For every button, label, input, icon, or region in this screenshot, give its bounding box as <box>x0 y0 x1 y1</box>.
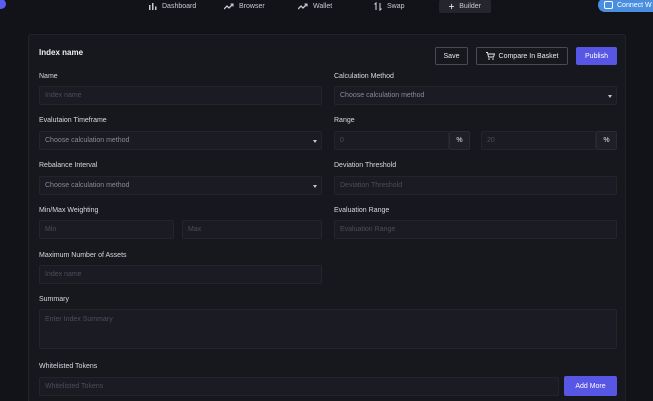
save-label: Save <box>443 52 460 60</box>
name-input[interactable]: Index name <box>39 86 322 105</box>
swap-icon <box>374 2 382 11</box>
plus-icon <box>449 3 455 10</box>
nav-item-label: Dashboard <box>162 3 197 10</box>
evaluation-timeframe-label: Evalutaion Timeframe <box>39 117 107 124</box>
deviation-threshold-placeholder: Deviation Threshold <box>340 182 403 189</box>
nav-item-dashboard[interactable]: Dashboard <box>149 0 196 13</box>
summary-placeholder: Enter Index Summary <box>45 316 113 323</box>
range-max-input[interactable]: 20 <box>481 131 596 150</box>
cart-icon <box>485 52 495 60</box>
nav-item-browser[interactable]: Browser <box>224 0 265 13</box>
save-button[interactable]: Save <box>435 47 468 65</box>
deviation-threshold-label: Deviation Threshold <box>334 162 397 169</box>
max-weight-input[interactable]: Max <box>182 220 322 239</box>
index-builder-form: Index name Save Compare In Basket Publis… <box>28 34 626 401</box>
evaluation-timeframe-select[interactable]: Choose calculation method <box>39 131 322 150</box>
nav-item-label: Builder <box>459 3 481 10</box>
wallet-icon <box>604 1 613 9</box>
range-max-unit: % <box>596 131 617 150</box>
calculation-method-select[interactable]: Choose calculation method <box>334 86 617 105</box>
connect-wallet-button[interactable]: Connect W <box>598 0 653 12</box>
nav-item-builder[interactable]: Builder <box>439 0 491 13</box>
whitelisted-tokens-label: Whitelisted Tokens <box>39 363 98 370</box>
whitelisted-tokens-input[interactable]: Whitelisted Tokens <box>39 377 559 396</box>
connect-wallet-label: Connect W <box>617 1 652 9</box>
chevron-down-icon <box>313 140 317 143</box>
rebalance-interval-select[interactable]: Choose calculation method <box>39 176 322 195</box>
range-min-placeholder: 0 <box>340 137 344 144</box>
form-title: Index name <box>39 48 84 57</box>
name-label: Name <box>39 73 58 80</box>
percent-sign: % <box>456 137 463 144</box>
nav-item-wallet[interactable]: Wallet <box>298 0 332 13</box>
deviation-threshold-input[interactable]: Deviation Threshold <box>334 176 617 195</box>
publish-label: Publish <box>585 52 608 60</box>
nav-item-label: Wallet <box>313 3 333 10</box>
add-more-label: Add More <box>575 382 606 390</box>
rebalance-interval-label: Rebalance Interval <box>39 162 98 169</box>
whitelisted-tokens-placeholder: Whitelisted Tokens <box>45 383 104 390</box>
max-assets-label: Maximum Number of Assets <box>39 252 127 259</box>
chevron-down-icon <box>608 95 612 98</box>
range-min-input[interactable]: 0 <box>334 131 449 150</box>
trend-icon <box>224 3 234 10</box>
evaluation-range-placeholder: Evaluation Range <box>340 226 396 233</box>
max-weight-placeholder: Max <box>188 226 202 233</box>
nav-item-swap[interactable]: Swap <box>374 0 405 13</box>
range-max-placeholder: 20 <box>487 137 495 144</box>
top-nav-bar: Dashboard Browser Wallet Swap Builder Co… <box>0 0 653 14</box>
add-more-button[interactable]: Add More <box>564 376 617 396</box>
evaluation-range-input[interactable]: Evaluation Range <box>334 220 617 239</box>
max-assets-input[interactable]: Index name <box>39 265 322 284</box>
minmax-weighting-label: Min/Max Weighting <box>39 207 99 214</box>
chevron-down-icon <box>313 185 317 188</box>
rebalance-interval-value: Choose calculation method <box>45 182 130 189</box>
range-min-unit: % <box>449 131 470 150</box>
compare-label: Compare In Basket <box>498 52 559 60</box>
nav-item-label: Browser <box>239 3 265 10</box>
range-label: Range <box>334 117 355 124</box>
max-assets-placeholder: Index name <box>45 271 82 278</box>
name-placeholder: Index name <box>45 92 82 99</box>
compare-in-basket-button[interactable]: Compare In Basket <box>476 47 568 65</box>
trend-icon <box>298 3 308 10</box>
calculation-method-value: Choose calculation method <box>340 92 425 99</box>
publish-button[interactable]: Publish <box>576 47 617 65</box>
summary-label: Summary <box>39 296 69 303</box>
summary-textarea[interactable]: Enter Index Summary <box>39 309 617 349</box>
bar-chart-icon <box>149 3 157 10</box>
percent-sign: % <box>603 137 610 144</box>
evaluation-range-label: Evaluation Range <box>334 207 390 214</box>
calculation-method-label: Calculation Method <box>334 73 394 80</box>
evaluation-timeframe-value: Choose calculation method <box>45 137 130 144</box>
min-weight-placeholder: Min <box>45 226 57 233</box>
min-weight-input[interactable]: Min <box>39 220 174 239</box>
logo-icon[interactable] <box>0 0 6 9</box>
nav-item-label: Swap <box>387 3 405 10</box>
